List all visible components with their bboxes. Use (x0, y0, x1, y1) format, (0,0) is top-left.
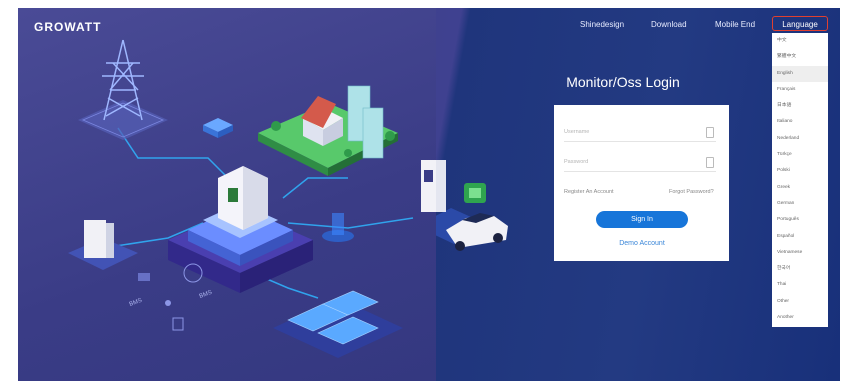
language-option-selected[interactable]: English (772, 65, 828, 82)
lock-icon (706, 157, 714, 168)
nav-mobile-end[interactable]: Mobile End (715, 20, 755, 29)
demo-account-link[interactable]: Demo Account (594, 240, 690, 247)
hero-illustration: BMS BMS GROWATT (18, 8, 436, 381)
language-option[interactable]: Français (772, 82, 828, 98)
language-dropdown-menu: 中文 繁體中文 English Français 日本語 Italiano Ne… (772, 33, 828, 327)
app-frame: BMS BMS GROWATT Shinedesign Download Mob… (18, 8, 840, 381)
svg-text:BMS: BMS (129, 298, 143, 308)
language-option[interactable]: Türkçe (772, 147, 828, 163)
language-option[interactable]: Other (772, 294, 828, 310)
language-option[interactable]: Polski (772, 163, 828, 179)
language-option[interactable]: 日本語 (772, 98, 828, 114)
growatt-logo[interactable]: GROWATT (34, 20, 101, 34)
forgot-password-link[interactable]: Forgot Password? (669, 189, 714, 195)
svg-text:BMS: BMS (199, 290, 213, 300)
login-card: Username Password Register An Account Fo… (554, 105, 729, 261)
language-option[interactable]: Another (772, 310, 828, 326)
language-option[interactable]: German (772, 196, 828, 212)
username-placeholder: Username (564, 129, 590, 135)
sign-in-button[interactable]: Sign In (596, 211, 688, 228)
language-dropdown-button[interactable]: Language (772, 16, 828, 31)
language-option[interactable]: Português (772, 212, 828, 228)
nav-download[interactable]: Download (651, 20, 687, 29)
username-field[interactable]: Username (564, 123, 716, 142)
language-option[interactable]: 繁體中文 (772, 49, 828, 65)
language-option[interactable]: 한국어 (772, 261, 828, 277)
language-option[interactable]: Español (772, 229, 828, 245)
language-option[interactable]: Nederland (772, 131, 828, 147)
language-option[interactable]: Vietnamese (772, 245, 828, 261)
language-option[interactable]: 中文 (772, 33, 828, 49)
register-link[interactable]: Register An Account (564, 189, 614, 195)
language-option[interactable]: Italiano (772, 114, 828, 130)
language-option[interactable]: Greek (772, 180, 828, 196)
password-field[interactable]: Password (564, 153, 716, 172)
energy-illustration: BMS BMS (68, 39, 436, 358)
user-icon (706, 127, 714, 138)
password-placeholder: Password (564, 159, 589, 165)
language-option[interactable]: Thai (772, 277, 828, 293)
login-title: Monitor/Oss Login (566, 74, 680, 90)
ev-illustration (436, 160, 508, 251)
nav-shinedesign[interactable]: Shinedesign (580, 20, 624, 29)
